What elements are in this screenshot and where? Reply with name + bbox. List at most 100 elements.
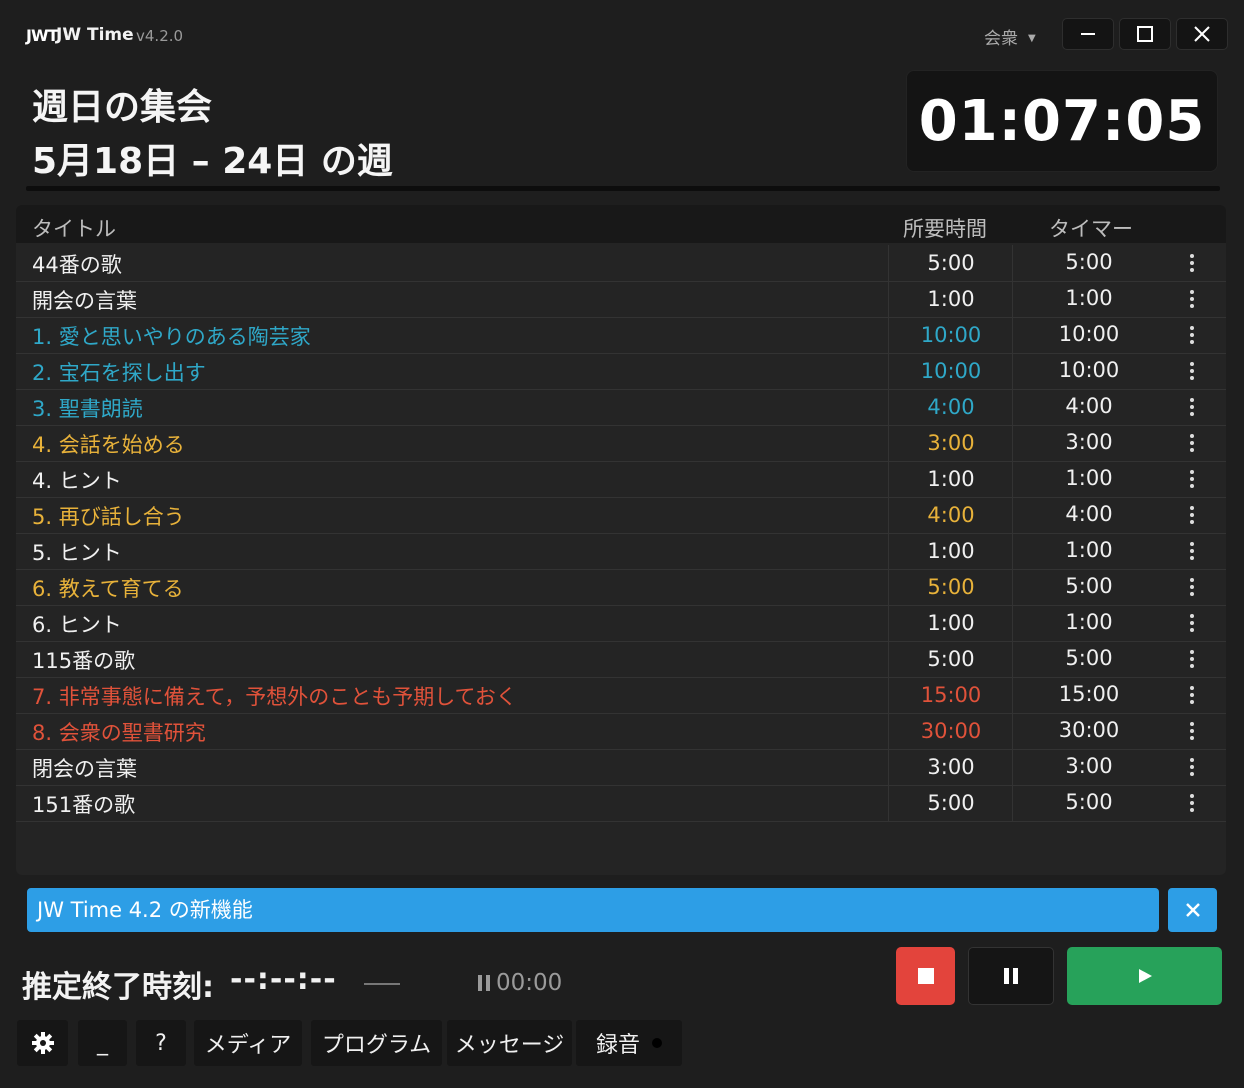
help-label: ? (155, 1030, 167, 1056)
row-timer: 3:00 (1012, 749, 1165, 785)
clock-panel: 01:07:05 (906, 70, 1218, 172)
table-header: タイトル 所要時間 タイマー (16, 205, 1226, 243)
pause-icon (1004, 968, 1018, 984)
program-button[interactable]: プログラム (311, 1020, 442, 1066)
row-timer: 5:00 (1012, 641, 1165, 677)
table-row[interactable]: 6. 教えて育てる 5:00 5:00 (16, 569, 1226, 606)
table-row[interactable]: 8. 会衆の聖書研究 30:00 30:00 (16, 713, 1226, 750)
table-row[interactable]: 1. 愛と思いやりのある陶芸家 10:00 10:00 (16, 317, 1226, 354)
row-timer: 15:00 (1012, 677, 1165, 713)
row-title: 6. 教えて育てる (32, 577, 184, 601)
row-menu-icon[interactable] (1176, 573, 1208, 601)
table-row[interactable]: 閉会の言葉 3:00 3:00 (16, 749, 1226, 786)
row-title: 8. 会衆の聖書研究 (32, 721, 206, 745)
banner-text: JW Time 4.2 の新機能 (37, 898, 253, 922)
row-timer: 5:00 (1012, 785, 1165, 821)
row-timer: 1:00 (1012, 533, 1165, 569)
row-duration: 30:00 (888, 713, 1013, 749)
row-menu-icon[interactable] (1176, 609, 1208, 637)
table-row[interactable]: 4. ヒント 1:00 1:00 (16, 461, 1226, 498)
minimize-app-button[interactable]: _ (78, 1020, 127, 1066)
row-duration: 4:00 (888, 389, 1013, 425)
header-divider (26, 186, 1220, 191)
row-timer: 10:00 (1012, 317, 1165, 353)
row-menu-icon[interactable] (1176, 285, 1208, 313)
help-button[interactable]: ? (136, 1020, 186, 1066)
row-timer: 3:00 (1012, 425, 1165, 461)
row-duration: 1:00 (888, 281, 1013, 317)
row-menu-icon[interactable] (1176, 789, 1208, 817)
row-menu-icon[interactable] (1176, 645, 1208, 673)
close-icon (1194, 26, 1210, 42)
row-menu-icon[interactable] (1176, 717, 1208, 745)
row-duration: 4:00 (888, 497, 1013, 533)
record-indicator-icon (652, 1038, 662, 1048)
row-duration: 1:00 (888, 605, 1013, 641)
close-window-button[interactable] (1176, 18, 1228, 50)
row-timer: 10:00 (1012, 353, 1165, 389)
play-button[interactable] (1067, 947, 1222, 1005)
record-button[interactable]: 録音 (576, 1020, 682, 1066)
row-title: 6. ヒント (32, 613, 122, 637)
row-menu-icon[interactable] (1176, 753, 1208, 781)
media-label: メディア (204, 1033, 292, 1058)
row-title: 3. 聖書朗読 (32, 397, 143, 421)
row-title: 4. 会話を始める (32, 433, 185, 457)
minimize-window-button[interactable] (1062, 18, 1114, 50)
app-logo: JWT (26, 26, 59, 45)
row-menu-icon[interactable] (1176, 681, 1208, 709)
stop-button[interactable] (896, 947, 955, 1005)
minimize-app-label: _ (97, 1030, 108, 1056)
row-title: 44番の歌 (32, 253, 122, 277)
row-menu-icon[interactable] (1176, 393, 1208, 421)
table-row[interactable]: 6. ヒント 1:00 1:00 (16, 605, 1226, 642)
mode-select[interactable]: 会衆 ▼ (984, 24, 1036, 49)
mode-select-value: 会衆 (984, 29, 1018, 49)
table-row[interactable]: 3. 聖書朗読 4:00 4:00 (16, 389, 1226, 426)
eta-dash (364, 983, 400, 985)
estimated-end-label: 推定終了時刻: (22, 970, 214, 1005)
whats-new-banner[interactable]: JW Time 4.2 の新機能 (27, 888, 1159, 932)
row-menu-icon[interactable] (1176, 465, 1208, 493)
banner-close-button[interactable] (1168, 888, 1217, 932)
current-time: 01:07:05 (918, 88, 1206, 154)
caret-down-icon: ▼ (1028, 33, 1036, 44)
row-timer: 5:00 (1012, 245, 1165, 281)
program-label: プログラム (321, 1033, 432, 1058)
row-title: 閉会の言葉 (32, 757, 137, 781)
table-row[interactable]: 7. 非常事態に備えて，予想外のことも予期しておく 15:00 15:00 (16, 677, 1226, 714)
row-menu-icon[interactable] (1176, 429, 1208, 457)
row-menu-icon[interactable] (1176, 321, 1208, 349)
media-button[interactable]: メディア (194, 1020, 302, 1066)
row-menu-icon[interactable] (1176, 249, 1208, 277)
pause-button[interactable] (968, 947, 1054, 1005)
row-duration: 15:00 (888, 677, 1013, 713)
row-duration: 5:00 (888, 785, 1013, 821)
column-header-title: タイトル (32, 217, 116, 241)
meeting-week: 5月18日 – 24日 の週 (32, 141, 393, 182)
table-row[interactable]: 151番の歌 5:00 5:00 (16, 785, 1226, 822)
table-row[interactable]: 44番の歌 5:00 5:00 (16, 245, 1226, 282)
record-label: 録音 (595, 1033, 640, 1058)
row-duration: 1:00 (888, 533, 1013, 569)
row-menu-icon[interactable] (1176, 357, 1208, 385)
maximize-window-button[interactable] (1119, 18, 1171, 50)
app-version: v4.2.0 (136, 27, 184, 45)
title-bar: JWT JW Time v4.2.0 会衆 ▼ (0, 0, 1244, 70)
row-timer: 1:00 (1012, 281, 1165, 317)
row-title: 151番の歌 (32, 793, 136, 817)
table-row[interactable]: 4. 会話を始める 3:00 3:00 (16, 425, 1226, 462)
settings-button[interactable] (17, 1020, 68, 1066)
row-duration: 5:00 (888, 569, 1013, 605)
table-row[interactable]: 5. 再び話し合う 4:00 4:00 (16, 497, 1226, 534)
column-header-duration: 所要時間 (903, 217, 987, 241)
table-row[interactable]: 2. 宝石を探し出す 10:00 10:00 (16, 353, 1226, 390)
row-duration: 3:00 (888, 749, 1013, 785)
messages-button[interactable]: メッセージ (447, 1020, 572, 1066)
row-menu-icon[interactable] (1176, 537, 1208, 565)
pause-elapsed-value: 00:00 (496, 970, 563, 996)
table-row[interactable]: 5. ヒント 1:00 1:00 (16, 533, 1226, 570)
row-menu-icon[interactable] (1176, 501, 1208, 529)
table-row[interactable]: 開会の言葉 1:00 1:00 (16, 281, 1226, 318)
table-row[interactable]: 115番の歌 5:00 5:00 (16, 641, 1226, 678)
